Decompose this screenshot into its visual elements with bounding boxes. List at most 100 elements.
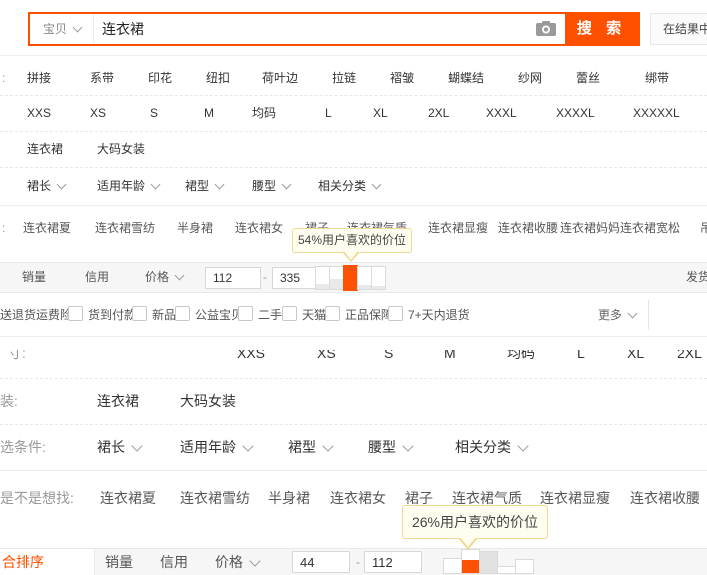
size-option[interactable]: 2XL <box>677 350 702 366</box>
histogram-bucket-5[interactable] <box>515 559 534 574</box>
sort-option-3[interactable]: 价格 <box>145 263 185 292</box>
related-search-link[interactable]: 连衣裙显瘦 <box>540 470 610 526</box>
size-option[interactable]: XL <box>373 96 388 131</box>
filter-dropdown[interactable]: 腰型 <box>252 168 292 205</box>
service-checkbox-item[interactable]: 货到付款 <box>68 293 136 337</box>
filter-dropdown[interactable]: 腰型 <box>368 424 414 470</box>
size-option[interactable]: XL <box>627 350 644 366</box>
filter-dropdown[interactable]: 相关分类 <box>455 424 529 470</box>
price-histogram-2[interactable] <box>443 549 535 575</box>
size-option[interactable]: XXXXXL <box>633 96 680 131</box>
size-option[interactable]: M <box>444 350 456 366</box>
related-search-link[interactable]: 连衣裙显瘦 <box>428 206 488 250</box>
histogram-bucket-4[interactable] <box>497 566 516 574</box>
service-checkbox-item[interactable]: 7+天内退货 <box>388 293 470 337</box>
filter-option[interactable]: 绑带 <box>645 62 669 95</box>
price-min-input[interactable] <box>205 267 261 289</box>
filter-option[interactable]: 系带 <box>90 62 114 95</box>
filter-option[interactable]: 印花 <box>148 62 172 95</box>
histogram-bucket-2[interactable] <box>461 549 480 574</box>
histogram-bucket-4[interactable] <box>357 266 372 290</box>
filter-dropdown[interactable]: 裙长 <box>27 168 67 205</box>
category-option[interactable]: 大码女装 <box>180 378 236 424</box>
price-max-input-2[interactable] <box>364 551 422 573</box>
related-search-link[interactable]: 连衣裙女 <box>330 470 386 526</box>
size-option[interactable]: XS <box>317 350 336 366</box>
size-option[interactable]: 均码 <box>507 350 535 366</box>
sort-option-1[interactable]: 销量 <box>105 549 133 575</box>
size-option[interactable]: XXS <box>237 350 265 366</box>
filter-option[interactable]: 纽扣 <box>206 62 230 95</box>
related-search-link[interactable]: 连衣裙收腰 <box>498 206 558 250</box>
filter-option[interactable]: 蕾丝 <box>576 62 600 95</box>
camera-icon[interactable] <box>536 21 556 37</box>
related-search-link[interactable]: 连衣裙夏 <box>100 470 156 526</box>
size-option[interactable]: 2XL <box>428 96 449 131</box>
related-search-link[interactable]: 连衣裙女 <box>235 206 283 250</box>
filter-option[interactable]: 拉链 <box>332 62 356 95</box>
service-label-clipped[interactable]: 送退货运费险 <box>0 293 72 337</box>
size-option[interactable]: S <box>384 350 393 366</box>
checkbox-icon[interactable] <box>132 306 147 321</box>
filter-dropdown[interactable]: 裙型 <box>185 168 225 205</box>
filter-option[interactable]: 褶皱 <box>390 62 414 95</box>
size-option[interactable]: XS <box>90 96 106 131</box>
checkbox-icon[interactable] <box>68 306 83 321</box>
search-category-dropdown[interactable]: 宝贝 <box>30 14 94 44</box>
histogram-bucket-3[interactable] <box>343 265 358 291</box>
size-option[interactable]: S <box>150 96 158 131</box>
more-filters-link[interactable]: 更多 <box>598 293 638 337</box>
filter-dropdown[interactable]: 适用年龄 <box>97 168 161 205</box>
price-min-input-2[interactable] <box>292 551 350 573</box>
filter-dropdown[interactable]: 裙型 <box>288 424 334 470</box>
size-option[interactable]: XXXXL <box>556 96 595 131</box>
related-search-link[interactable]: 连衣裙雪纺 <box>95 206 155 250</box>
size-option[interactable]: XXXL <box>486 96 517 131</box>
histogram-bucket-3[interactable] <box>479 551 498 574</box>
category-option[interactable]: 大码女装 <box>97 132 145 167</box>
size-option[interactable]: XXS <box>27 96 51 131</box>
search-input[interactable] <box>102 14 532 44</box>
size-option[interactable]: M <box>204 96 214 131</box>
filter-dropdown[interactable]: 适用年龄 <box>180 424 254 470</box>
service-checkbox-item[interactable]: 二手 <box>238 293 282 337</box>
related-search-link[interactable]: 连衣裙夏 <box>23 206 71 250</box>
ship-from-filter[interactable]: 发货地 <box>686 263 707 292</box>
related-search-link[interactable]: 半身裙 <box>177 206 213 250</box>
size-option[interactable]: L <box>577 350 585 366</box>
histogram-bucket-2[interactable] <box>329 266 344 290</box>
histogram-bucket-1[interactable] <box>315 266 330 290</box>
related-search-link[interactable]: 半身裙 <box>268 470 310 526</box>
category-option[interactable]: 连衣裙 <box>97 378 139 424</box>
histogram-bucket-5[interactable] <box>371 266 386 290</box>
filter-option[interactable]: 拼接 <box>27 62 51 95</box>
checkbox-icon[interactable] <box>282 306 297 321</box>
service-checkbox-item[interactable]: 新品 <box>132 293 176 337</box>
size-option[interactable]: L <box>325 96 332 131</box>
sort-option-2[interactable]: 信用 <box>85 263 109 292</box>
size-option[interactable]: 均码 <box>252 96 276 131</box>
related-search-link[interactable]: 连衣裙宽松 <box>620 206 680 250</box>
search-in-results-button[interactable]: 在结果中搜索 <box>650 13 707 45</box>
service-checkbox-item[interactable]: 天猫 <box>282 293 326 337</box>
filter-option[interactable]: 蝴蝶结 <box>448 62 484 95</box>
checkbox-icon[interactable] <box>238 306 253 321</box>
filter-dropdown[interactable]: 相关分类 <box>318 168 382 205</box>
filter-option[interactable]: 纱网 <box>518 62 542 95</box>
service-checkbox-item[interactable]: 正品保障 <box>325 293 393 337</box>
related-search-link[interactable]: 连衣裙妈妈 <box>560 206 620 250</box>
sort-option-3[interactable]: 价格 <box>215 549 261 575</box>
checkbox-icon[interactable] <box>388 306 403 321</box>
category-option[interactable]: 连衣裙 <box>27 132 63 167</box>
sort-option-1[interactable]: 销量 <box>22 263 46 292</box>
sort-composite-active[interactable]: 合排序 <box>2 549 44 575</box>
related-search-link[interactable]: 连衣裙雪纺 <box>180 470 250 526</box>
filter-option[interactable]: 荷叶边 <box>262 62 298 95</box>
search-button[interactable]: 搜 索 <box>565 14 638 44</box>
related-search-link[interactable]: 连衣裙收腰 <box>630 470 700 526</box>
related-search-link[interactable]: 吊带裙 <box>700 206 707 250</box>
filter-dropdown[interactable]: 裙长 <box>97 424 143 470</box>
service-checkbox-item[interactable]: 公益宝贝 <box>175 293 243 337</box>
sort-option-2[interactable]: 信用 <box>160 549 188 575</box>
histogram-bucket-1[interactable] <box>443 558 462 574</box>
